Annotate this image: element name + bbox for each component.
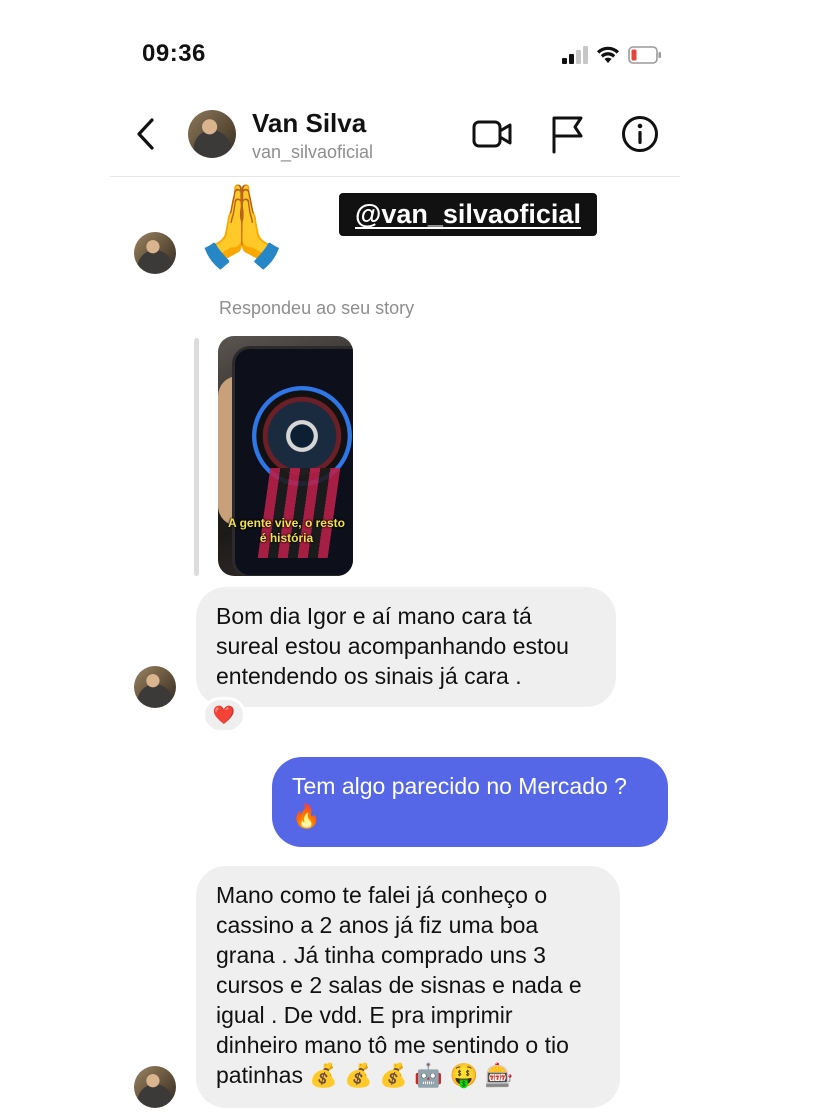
status-time: 09:36 [142,40,206,67]
mention-sticker[interactable]: @van_silvaoficial [339,193,597,236]
outgoing-message[interactable]: Tem algo parecido no Mercado ? 🔥 [272,757,668,847]
wifi-icon [597,46,619,63]
flag-icon[interactable] [548,114,588,154]
signal-icon [562,46,588,64]
back-icon[interactable] [134,116,158,152]
heart-reaction[interactable]: ❤️ [202,697,246,733]
video-call-icon[interactable] [472,114,512,154]
incoming-message[interactable]: Mano como te falei já conheço o cassino … [196,866,620,1108]
header-divider [110,176,680,177]
incoming-message[interactable]: Bom dia Igor e aí mano cara tá sureal es… [196,587,616,707]
story-reply-bar [194,338,199,576]
contact-name[interactable]: Van Silva [252,108,366,139]
sender-avatar[interactable] [134,666,176,708]
story-preview[interactable]: A gente vive, o resto é história [218,336,353,576]
story-caption: A gente vive, o resto é história [228,516,345,545]
battery-icon [628,46,661,64]
info-icon[interactable] [620,114,660,154]
pray-emoji-message[interactable]: 🙏 [192,186,292,266]
contact-handle[interactable]: van_silvaoficial [252,142,373,163]
contact-avatar[interactable] [188,110,236,158]
story-reply-label: Respondeu ao seu story [219,298,415,318]
sender-avatar[interactable] [134,232,176,274]
sender-avatar[interactable] [134,1066,176,1108]
